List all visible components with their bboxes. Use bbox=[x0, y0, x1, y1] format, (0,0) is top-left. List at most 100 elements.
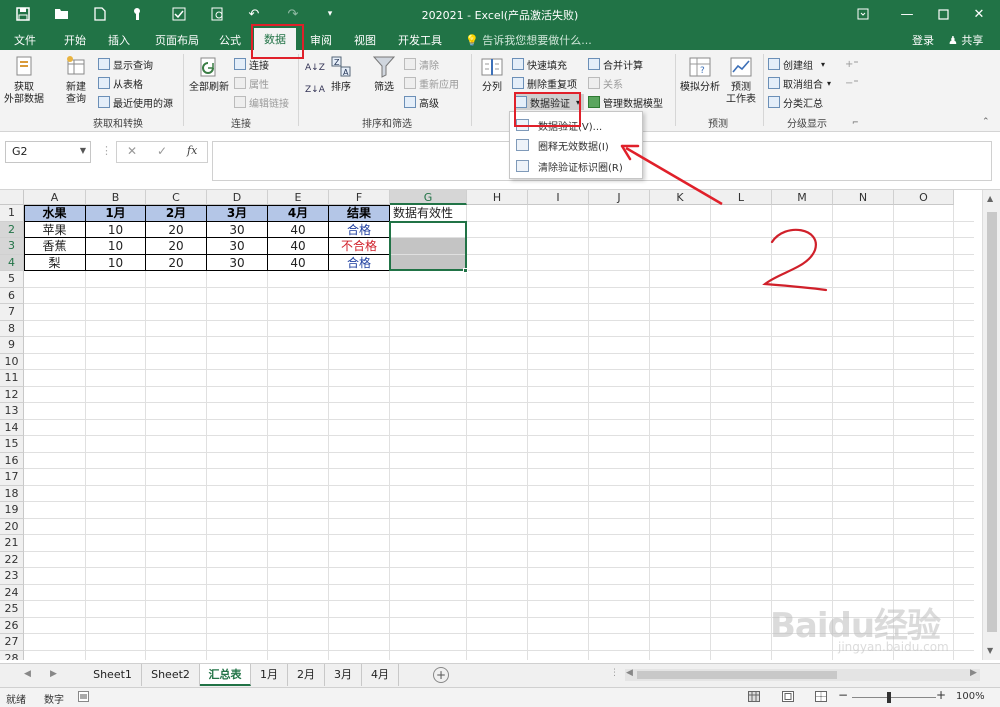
data-validation-button[interactable]: 数据验证 ▾ bbox=[515, 94, 585, 110]
row-header-6[interactable]: 6 bbox=[0, 287, 24, 304]
row-header-24[interactable]: 24 bbox=[0, 584, 24, 601]
cell-a2[interactable]: 苹果 bbox=[24, 222, 85, 238]
vertical-scrollbar[interactable]: ▲ ▼ bbox=[982, 190, 1000, 660]
tab-view[interactable]: 视图 bbox=[354, 32, 376, 48]
cell-f4[interactable]: 合格 bbox=[329, 255, 389, 271]
row-header-17[interactable]: 17 bbox=[0, 469, 24, 486]
cell-b4[interactable]: 10 bbox=[86, 255, 145, 271]
menu-item-clear-validation-circles[interactable]: 清除验证标识圈(R) bbox=[510, 156, 642, 176]
sheet-tab[interactable]: 4月 bbox=[362, 664, 399, 686]
fill-handle[interactable] bbox=[463, 268, 468, 273]
from-table-button[interactable]: 从表格 bbox=[98, 75, 143, 91]
row-header-21[interactable]: 21 bbox=[0, 535, 24, 552]
column-header-g[interactable]: G bbox=[390, 190, 467, 205]
forecast-sheet-button[interactable]: 预测 工作表 bbox=[724, 54, 758, 106]
show-detail-icon[interactable]: +⁼ bbox=[845, 56, 859, 72]
row-header-23[interactable]: 23 bbox=[0, 568, 24, 585]
tab-review[interactable]: 审阅 bbox=[310, 32, 332, 48]
row-header-20[interactable]: 20 bbox=[0, 518, 24, 535]
advanced-filter-button[interactable]: 高级 bbox=[404, 94, 439, 110]
tab-insert[interactable]: 插入 bbox=[108, 32, 130, 48]
tab-developer[interactable]: 开发工具 bbox=[398, 32, 442, 48]
show-queries-button[interactable]: 显示查询 bbox=[98, 56, 153, 72]
sheet-tab[interactable]: 1月 bbox=[251, 664, 288, 686]
column-header-h[interactable]: H bbox=[467, 190, 528, 205]
row-header-18[interactable]: 18 bbox=[0, 485, 24, 502]
row-header-28[interactable]: 28 bbox=[0, 650, 24, 660]
sort-z-a-icon[interactable]: Z↓A bbox=[305, 82, 325, 98]
horizontal-scrollbar[interactable] bbox=[625, 669, 980, 681]
row-header-27[interactable]: 27 bbox=[0, 634, 24, 651]
chevron-down-icon[interactable]: ▼ bbox=[80, 146, 86, 155]
minimize-icon[interactable]: — bbox=[896, 4, 918, 24]
zoom-slider-thumb[interactable] bbox=[887, 692, 891, 703]
row-header-10[interactable]: 10 bbox=[0, 353, 24, 370]
scroll-left-icon[interactable]: ◀ bbox=[626, 668, 633, 678]
edit-links-button[interactable]: 编辑链接 bbox=[234, 94, 289, 110]
cell-e2[interactable]: 40 bbox=[268, 222, 328, 238]
cell-d2[interactable]: 30 bbox=[207, 222, 267, 238]
menu-item-circle-invalid-data[interactable]: 圈释无效数据(I) bbox=[510, 135, 642, 155]
name-box[interactable]: G2 ▼ bbox=[5, 141, 91, 163]
cell-b1[interactable]: 1月 bbox=[86, 205, 145, 221]
cell-c4[interactable]: 20 bbox=[146, 255, 206, 271]
worksheet-grid[interactable]: A B C D E F G H I J K L M N O 1 2 3 4 5 6 7 8 9 10 11 12 13 14 15 16 17… bbox=[0, 190, 1000, 660]
row-header-26[interactable]: 26 bbox=[0, 617, 24, 634]
sheet-next-icon[interactable]: ▶ bbox=[50, 669, 57, 679]
row-header-16[interactable]: 16 bbox=[0, 452, 24, 469]
row-header-12[interactable]: 12 bbox=[0, 386, 24, 403]
sort-a-z-icon[interactable]: A↓Z bbox=[305, 60, 325, 76]
column-header-k[interactable]: K bbox=[650, 190, 711, 205]
scroll-down-icon[interactable]: ▼ bbox=[987, 646, 993, 655]
column-header-o[interactable]: O bbox=[894, 190, 954, 205]
what-if-analysis-button[interactable]: ? 模拟分析 bbox=[679, 54, 721, 94]
cell-b3[interactable]: 10 bbox=[86, 238, 145, 254]
row-header-22[interactable]: 22 bbox=[0, 551, 24, 568]
scroll-up-icon[interactable]: ▲ bbox=[987, 194, 993, 203]
enter-icon[interactable]: ✓ bbox=[157, 144, 167, 158]
row-header-15[interactable]: 15 bbox=[0, 436, 24, 453]
row-header-8[interactable]: 8 bbox=[0, 320, 24, 337]
cell-b2[interactable]: 10 bbox=[86, 222, 145, 238]
page-break-view-icon[interactable] bbox=[815, 691, 827, 705]
cell-c1[interactable]: 2月 bbox=[146, 205, 206, 221]
sheet-tab[interactable]: 汇总表 bbox=[200, 664, 251, 686]
sign-in-link[interactable]: 登录 bbox=[912, 32, 934, 48]
cell-a4[interactable]: 梨 bbox=[24, 255, 85, 271]
row-header-2[interactable]: 2 bbox=[0, 221, 24, 238]
cell-d3[interactable]: 30 bbox=[207, 238, 267, 254]
cell-d1[interactable]: 3月 bbox=[207, 205, 267, 221]
relationships-button[interactable]: 关系 bbox=[588, 75, 623, 91]
row-header-19[interactable]: 19 bbox=[0, 502, 24, 519]
sheet-tab[interactable]: 2月 bbox=[288, 664, 325, 686]
consolidate-button[interactable]: 合并计算 bbox=[588, 56, 643, 72]
remove-duplicates-button[interactable]: 删除重复项 bbox=[512, 75, 577, 91]
column-header-a[interactable]: A bbox=[24, 190, 86, 205]
cell-d4[interactable]: 30 bbox=[207, 255, 267, 271]
hide-detail-icon[interactable]: −⁼ bbox=[845, 75, 859, 91]
properties-button[interactable]: 属性 bbox=[234, 75, 269, 91]
manage-data-model-button[interactable]: 管理数据模型 bbox=[588, 94, 663, 110]
reapply-button[interactable]: 重新应用 bbox=[404, 75, 459, 91]
cell-f1[interactable]: 结果 bbox=[329, 205, 389, 221]
tab-split-handle-icon[interactable]: ⋮ bbox=[610, 668, 619, 678]
column-header-i[interactable]: I bbox=[528, 190, 589, 205]
select-all-corner[interactable] bbox=[0, 190, 24, 205]
row-header-5[interactable]: 5 bbox=[0, 271, 24, 288]
row-header-4[interactable]: 4 bbox=[0, 254, 24, 271]
ribbon-display-icon[interactable] bbox=[852, 4, 874, 24]
cell-e4[interactable]: 40 bbox=[268, 255, 328, 271]
column-header-c[interactable]: C bbox=[146, 190, 207, 205]
cancel-icon[interactable]: ✕ bbox=[127, 144, 137, 158]
column-header-l[interactable]: L bbox=[711, 190, 772, 205]
tab-file[interactable]: 文件 bbox=[14, 32, 36, 48]
insert-function-icon[interactable]: fx bbox=[187, 144, 197, 157]
zoom-out-icon[interactable]: − bbox=[838, 688, 848, 702]
cell-a3[interactable]: 香蕉 bbox=[24, 238, 85, 254]
row-header-1[interactable]: 1 bbox=[0, 205, 24, 222]
sheet-prev-icon[interactable]: ◀ bbox=[24, 669, 31, 679]
collapse-ribbon-icon[interactable]: ⌃ bbox=[982, 114, 990, 130]
scroll-thumb[interactable] bbox=[637, 671, 837, 679]
normal-view-icon[interactable] bbox=[748, 691, 760, 705]
clear-filter-button[interactable]: 清除 bbox=[404, 56, 439, 72]
